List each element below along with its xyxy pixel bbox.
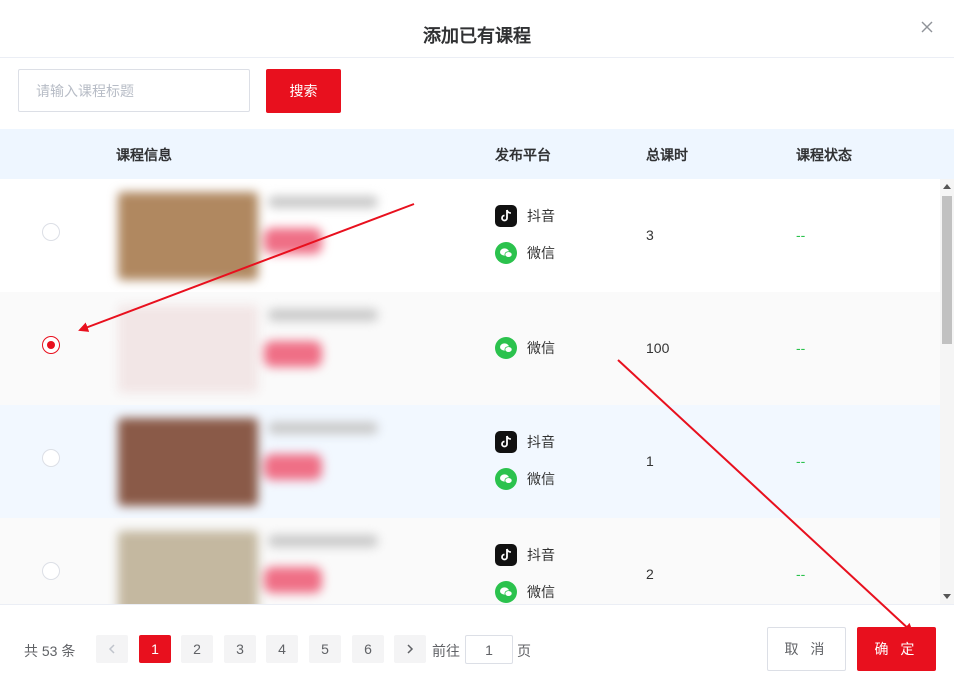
row-select-radio[interactable] bbox=[42, 562, 60, 580]
course-total-hours: 1 bbox=[646, 453, 654, 469]
course-status: -- bbox=[796, 566, 806, 582]
dialog-header: 添加已有课程 bbox=[0, 0, 954, 58]
table-row[interactable]: 抖音微信 1 -- bbox=[0, 405, 940, 518]
chevron-right-icon bbox=[407, 644, 414, 654]
course-title-placeholder bbox=[268, 535, 378, 547]
course-status: -- bbox=[796, 453, 806, 469]
course-title-placeholder bbox=[268, 309, 378, 321]
course-status: -- bbox=[796, 227, 806, 243]
platform-item: 微信 bbox=[495, 468, 555, 490]
row-select-radio[interactable] bbox=[42, 449, 60, 467]
header-hours: 总课时 bbox=[646, 147, 688, 163]
confirm-button[interactable]: 确 定 bbox=[857, 627, 936, 671]
header-status: 课程状态 bbox=[796, 147, 852, 163]
table-scrollbar[interactable] bbox=[940, 179, 954, 604]
chevron-left-icon bbox=[108, 644, 115, 654]
table-row[interactable]: 抖音微信 3 -- bbox=[0, 179, 940, 292]
close-icon[interactable] bbox=[920, 20, 934, 34]
wechat-icon bbox=[495, 468, 517, 490]
scroll-thumb[interactable] bbox=[942, 196, 952, 344]
platform-label: 抖音 bbox=[527, 434, 555, 450]
search-input[interactable] bbox=[18, 69, 250, 112]
course-thumbnail bbox=[108, 408, 436, 516]
platform-item: 抖音 bbox=[495, 205, 555, 227]
row-select-radio[interactable] bbox=[42, 336, 60, 354]
search-row: 搜索 bbox=[0, 58, 954, 128]
scroll-up-arrow-icon[interactable] bbox=[943, 184, 951, 189]
platform-label: 微信 bbox=[527, 245, 555, 261]
pagination-prev-button[interactable] bbox=[96, 635, 128, 663]
platform-label: 微信 bbox=[527, 584, 555, 600]
course-tag-placeholder bbox=[264, 567, 322, 593]
course-cover-image bbox=[118, 192, 258, 280]
platform-label: 抖音 bbox=[527, 208, 555, 224]
platform-item: 微信 bbox=[495, 242, 555, 264]
pagination-page-2[interactable]: 2 bbox=[181, 635, 213, 663]
goto-page-input[interactable] bbox=[465, 635, 513, 664]
douyin-icon bbox=[495, 205, 517, 227]
course-tag-placeholder bbox=[264, 341, 322, 367]
header-course-info: 课程信息 bbox=[116, 147, 172, 163]
wechat-icon bbox=[495, 242, 517, 264]
search-button[interactable]: 搜索 bbox=[266, 69, 341, 113]
course-title-placeholder bbox=[268, 196, 378, 208]
douyin-icon bbox=[495, 431, 517, 453]
pagination-page-1[interactable]: 1 bbox=[139, 635, 171, 663]
pagination-page-5[interactable]: 5 bbox=[309, 635, 341, 663]
table-row[interactable]: 微信 100 -- bbox=[0, 292, 940, 405]
dialog-footer: 共 53 条 123456 前往 页 取 消 确 定 bbox=[0, 604, 954, 690]
course-total-hours: 2 bbox=[646, 566, 654, 582]
table-body: 抖音 微信 3 -- 微信 100 -- 抖音 微信 1 -- 抖音 微信 2 -- bbox=[0, 179, 940, 604]
platform-label: 微信 bbox=[527, 471, 555, 487]
table-header: 课程信息 发布平台 总课时 课程状态 bbox=[0, 129, 954, 179]
course-cover-image bbox=[118, 305, 258, 393]
pagination-total: 共 53 条 bbox=[24, 643, 76, 659]
goto-suffix: 页 bbox=[517, 643, 531, 659]
table-row[interactable]: 抖音微信 2 -- bbox=[0, 518, 940, 604]
scroll-down-arrow-icon[interactable] bbox=[943, 594, 951, 599]
course-status: -- bbox=[796, 340, 806, 356]
course-total-hours: 100 bbox=[646, 340, 670, 356]
row-select-radio[interactable] bbox=[42, 223, 60, 241]
pagination-next-button[interactable] bbox=[394, 635, 426, 663]
cancel-button[interactable]: 取 消 bbox=[767, 627, 846, 671]
platform-item: 微信 bbox=[495, 337, 555, 359]
pagination-page-6[interactable]: 6 bbox=[352, 635, 384, 663]
platform-label: 微信 bbox=[527, 340, 555, 356]
goto-prefix: 前往 bbox=[432, 643, 460, 659]
course-cover-image bbox=[118, 531, 258, 604]
course-thumbnail bbox=[108, 295, 436, 403]
pagination-page-4[interactable]: 4 bbox=[266, 635, 298, 663]
pagination-page-3[interactable]: 3 bbox=[224, 635, 256, 663]
course-thumbnail bbox=[108, 521, 436, 604]
header-platform: 发布平台 bbox=[495, 147, 551, 163]
course-tag-placeholder bbox=[264, 228, 322, 254]
course-title-placeholder bbox=[268, 422, 378, 434]
douyin-icon bbox=[495, 544, 517, 566]
course-thumbnail bbox=[108, 182, 436, 290]
platform-item: 抖音 bbox=[495, 544, 555, 566]
dialog-title: 添加已有课程 bbox=[423, 26, 531, 46]
course-tag-placeholder bbox=[264, 454, 322, 480]
wechat-icon bbox=[495, 337, 517, 359]
platform-label: 抖音 bbox=[527, 547, 555, 563]
wechat-icon bbox=[495, 581, 517, 603]
course-cover-image bbox=[118, 418, 258, 506]
add-course-dialog: 添加已有课程 搜索 课程信息 发布平台 总课时 课程状态 抖音微信3--微信10… bbox=[0, 0, 954, 690]
platform-item: 抖音 bbox=[495, 431, 555, 453]
course-total-hours: 3 bbox=[646, 227, 654, 243]
platform-item: 微信 bbox=[495, 581, 555, 603]
